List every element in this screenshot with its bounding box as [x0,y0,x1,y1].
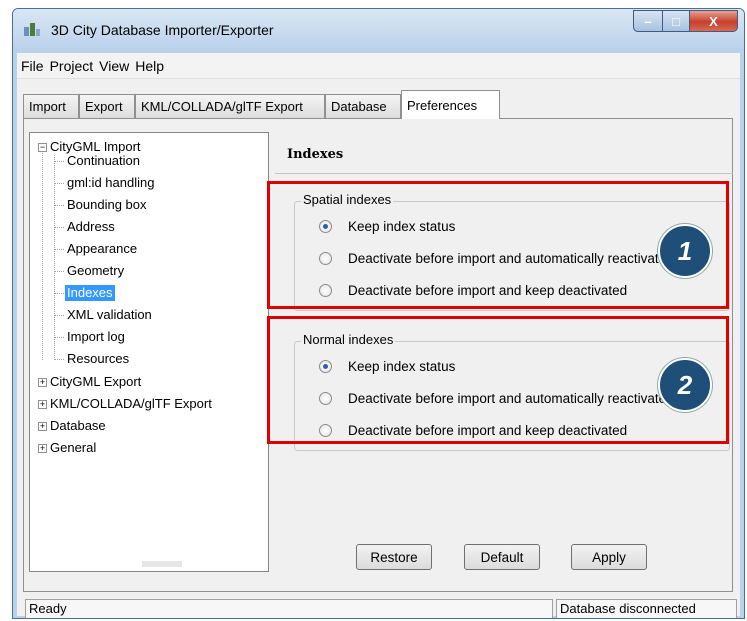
app-window: 3D City Database Importer/Exporter – □ X… [12,8,745,619]
tab-kml-export[interactable]: KML/COLLADA/glTF Export [135,94,325,118]
apply-button[interactable]: Apply [571,544,647,570]
minimize-button[interactable]: – [633,10,663,32]
status-bar: Ready Database disconnected [17,599,740,618]
tree-lines [42,153,64,361]
app-icon [24,23,40,36]
tree-node-gml-id-handling[interactable]: gml:id handling [67,175,154,191]
status-text: Ready [25,599,553,618]
callout-badge-1: 1 [658,224,712,278]
tree-scrollbar[interactable] [142,561,182,567]
title-bar[interactable]: 3D City Database Importer/Exporter – □ X [13,9,744,47]
tree-node-appearance[interactable]: Appearance [67,241,137,257]
tab-import[interactable]: Import [23,94,79,118]
tree-node-resources[interactable]: Resources [67,351,129,367]
tree-node-geometry[interactable]: Geometry [67,263,124,279]
tree-node-bounding-box[interactable]: Bounding box [67,197,147,213]
tree-node-xml-validation[interactable]: XML validation [67,307,152,323]
menu-view[interactable]: View [99,58,129,74]
preferences-tree: − CityGML Import Continuation gml:id han… [29,132,269,572]
callout-badge-2: 2 [658,358,712,412]
default-button[interactable]: Default [464,544,540,570]
window-controls: – □ X [633,10,738,32]
tree-node-indexes[interactable]: Indexes [65,285,115,301]
tree-node-database[interactable]: Database [50,418,106,434]
tab-export[interactable]: Export [79,94,135,118]
connection-status: Database disconnected [556,599,737,618]
menu-bar: File Project View Help [17,53,740,79]
expand-icon[interactable]: + [38,400,47,409]
window-title: 3D City Database Importer/Exporter [51,22,274,38]
tree-node-import-log[interactable]: Import log [67,329,125,345]
expand-icon[interactable]: + [38,422,47,431]
tree-node-general[interactable]: General [50,440,96,456]
collapse-icon[interactable]: − [38,143,47,152]
tree-node-address[interactable]: Address [67,219,115,235]
menu-help[interactable]: Help [135,58,164,74]
tree-node-kml-export[interactable]: KML/COLLADA/glTF Export [50,396,212,412]
maximize-button[interactable]: □ [663,10,690,32]
tab-database[interactable]: Database [325,94,401,118]
menu-project[interactable]: Project [50,58,94,74]
tree-node-citygml-export[interactable]: CityGML Export [50,374,141,390]
tree-node-continuation[interactable]: Continuation [67,153,140,169]
close-button[interactable]: X [690,10,738,32]
panel-title: Indexes [287,147,344,162]
restore-button[interactable]: Restore [356,544,432,570]
expand-icon[interactable]: + [38,444,47,453]
expand-icon[interactable]: + [38,378,47,387]
tab-preferences[interactable]: Preferences [401,90,500,119]
divider [275,173,733,174]
menu-file[interactable]: File [21,58,44,74]
